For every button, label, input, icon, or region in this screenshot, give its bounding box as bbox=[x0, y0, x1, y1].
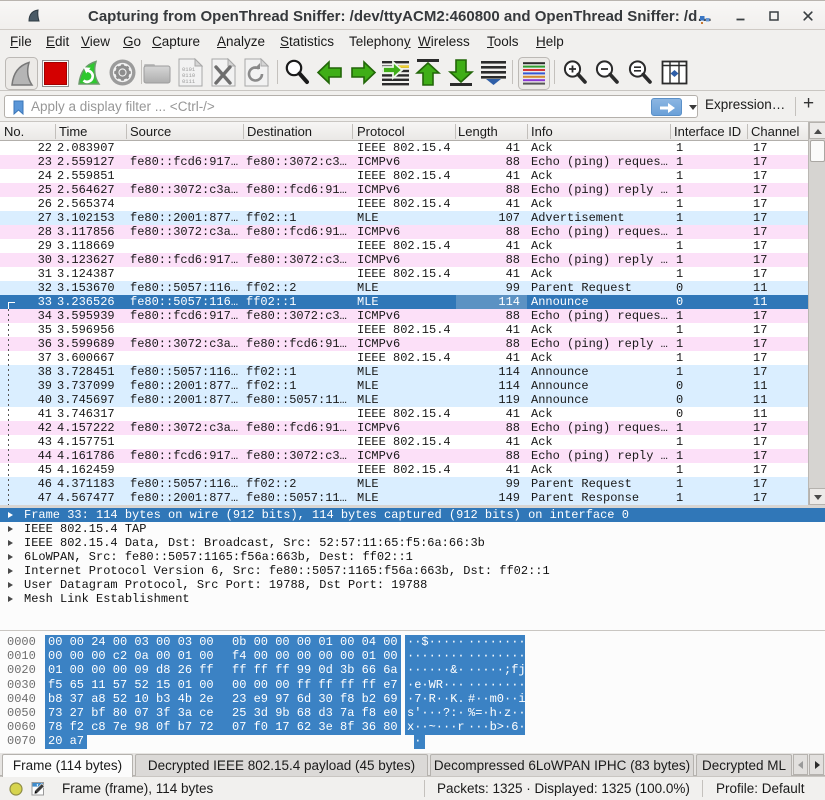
svg-text:0111: 0111 bbox=[182, 78, 196, 85]
